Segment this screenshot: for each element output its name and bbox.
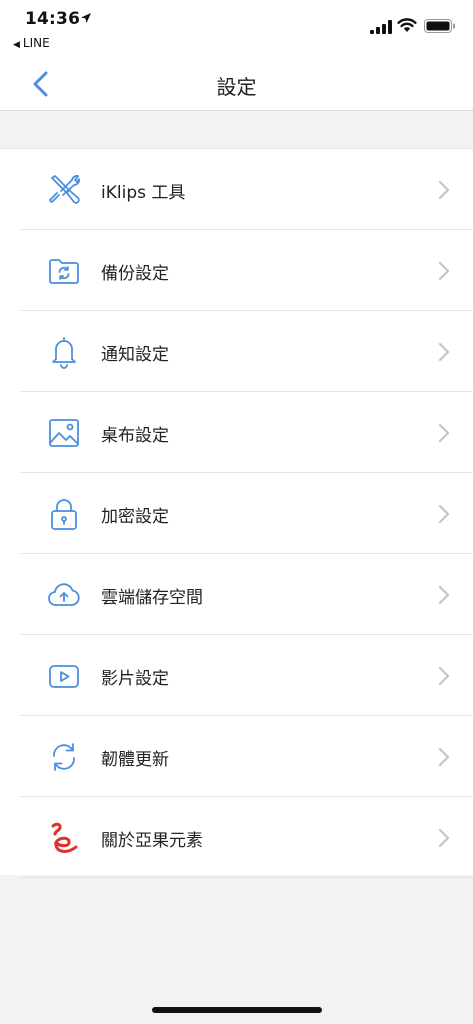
settings-item-about[interactable]: 關於亞果元素 [0,797,473,878]
lock-icon [51,499,77,530]
status-bar: 14:36 ◀ LINE [0,0,473,58]
settings-item-video[interactable]: 影片設定 [0,635,473,716]
settings-item-firmware-update[interactable]: 韌體更新 [0,716,473,797]
chevron-right-icon [438,828,450,848]
refresh-icon [53,743,75,771]
settings-item-label: 備份設定 [101,264,169,284]
settings-item-iklips-tools[interactable]: iKlips 工具 [0,149,473,230]
settings-item-label: 關於亞果元素 [101,831,203,851]
settings-item-label: 加密設定 [101,507,169,527]
settings-item-notification[interactable]: 通知設定 [0,311,473,392]
brand-logo-icon [51,822,78,853]
back-triangle-icon: ◀ [13,40,20,50]
back-app-label: LINE [22,36,50,50]
settings-item-cloud-storage[interactable]: 雲端儲存空間 [0,554,473,635]
settings-item-encryption[interactable]: 加密設定 [0,473,473,554]
chevron-right-icon [438,342,450,362]
chevron-right-icon [438,504,450,524]
settings-list: iKlips 工具 備份設定 通知設定 桌布設定 加密設定 雲端儲存空間 影片設… [0,148,473,878]
battery-icon [424,19,455,33]
cellular-signal-icon [370,20,392,34]
home-indicator[interactable] [152,1007,322,1013]
cloud-upload-icon [48,583,80,606]
video-play-icon [49,665,79,688]
location-arrow-icon [81,13,91,23]
chevron-right-icon [438,423,450,443]
chevron-right-icon [438,666,450,686]
bell-icon [52,337,76,369]
settings-item-label: 通知設定 [101,345,169,365]
image-icon [49,419,79,447]
settings-item-label: 影片設定 [101,669,169,689]
page-title: 設定 [216,75,257,99]
settings-item-label: iKlips 工具 [101,183,186,203]
wifi-icon [397,18,417,32]
settings-item-label: 桌布設定 [101,426,169,446]
tools-icon [49,175,80,204]
row-divider [20,877,473,878]
navigation-bar: 設定 [0,58,473,111]
settings-item-backup[interactable]: 備份設定 [0,230,473,311]
back-to-app-link[interactable]: ◀ LINE [13,36,50,50]
settings-item-label: 雲端儲存空間 [101,588,203,608]
chevron-right-icon [438,747,450,767]
settings-item-wallpaper[interactable]: 桌布設定 [0,392,473,473]
settings-item-label: 韌體更新 [101,750,169,770]
chevron-right-icon [438,180,450,200]
status-time: 14:36 [25,9,81,29]
backup-folder-icon [49,259,79,284]
chevron-right-icon [438,261,450,281]
chevron-right-icon [438,585,450,605]
